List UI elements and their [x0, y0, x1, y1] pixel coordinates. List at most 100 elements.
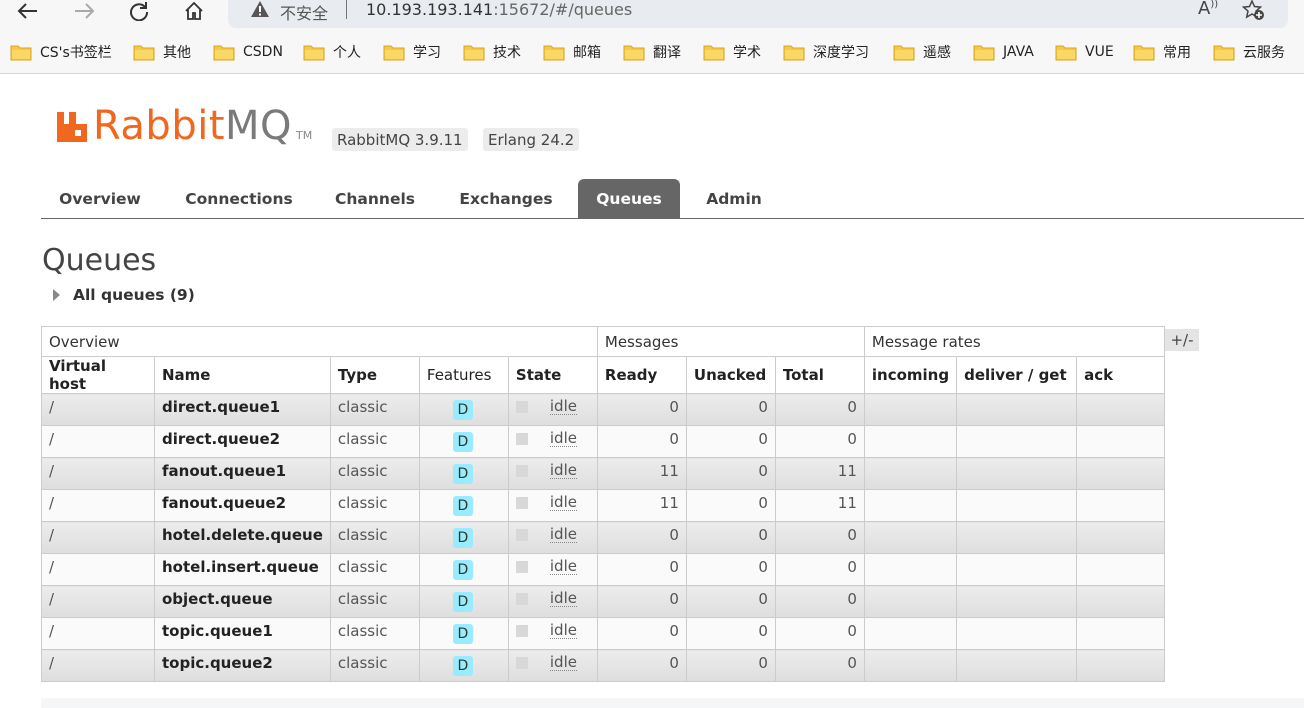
bookmark-folder[interactable]: VUE	[1055, 42, 1114, 62]
bookmark-folder[interactable]: 技术	[463, 42, 521, 62]
queue-name-link[interactable]: fanout.queue1	[154, 457, 331, 490]
bookmark-folder[interactable]: 邮箱	[543, 42, 601, 62]
cell-ack	[1076, 425, 1166, 458]
table-row[interactable]: / direct.queue1 classic Didle 0 0 0	[41, 393, 1166, 426]
rabbitmq-version-badge: RabbitMQ 3.9.11	[332, 128, 468, 151]
cell-ack	[1076, 457, 1166, 490]
state-text: idle	[549, 461, 577, 479]
queue-name-link[interactable]: topic.queue1	[154, 617, 331, 650]
queue-name-link[interactable]: hotel.delete.queue	[154, 521, 331, 554]
column-header-incoming[interactable]: incoming	[863, 356, 958, 394]
cell-ready: 0	[596, 553, 687, 586]
bookmark-label: 邮箱	[573, 45, 601, 61]
bookmark-label: VUE	[1085, 44, 1114, 60]
column-header-virtual-host[interactable]: Virtual host	[41, 356, 155, 394]
bookmark-folder[interactable]: 学术	[703, 42, 761, 62]
cell-ready: 11	[596, 489, 687, 522]
all-queues-label: All queues (9)	[73, 286, 195, 304]
table-row[interactable]: / direct.queue2 classic Didle 0 0 0	[41, 425, 1166, 458]
durable-badge: D	[452, 656, 473, 676]
bookmark-folder[interactable]: 深度学习	[783, 42, 869, 62]
folder-icon	[303, 45, 325, 61]
cell-total: 11	[774, 457, 865, 490]
bookmark-folder[interactable]: CS's书签栏	[10, 42, 112, 62]
queue-name-link[interactable]: hotel.insert.queue	[154, 553, 331, 586]
durable-badge: D	[452, 624, 473, 644]
table-row[interactable]: / object.queue classic Didle 0 0 0	[41, 585, 1166, 618]
queue-name-link[interactable]: object.queue	[154, 585, 331, 618]
forward-arrow-icon	[75, 3, 95, 19]
bookmark-label: 翻译	[653, 45, 681, 61]
state-indicator-icon	[515, 432, 528, 445]
column-header-total[interactable]: Total	[774, 356, 865, 394]
refresh-icon	[130, 2, 149, 21]
table-row[interactable]: / topic.queue2 classic Didle 0 0 0	[41, 649, 1166, 682]
bookmark-folder[interactable]: 其他	[133, 42, 191, 62]
column-header-unacked[interactable]: Unacked	[685, 356, 776, 394]
folder-icon	[703, 45, 725, 61]
cell-ack	[1076, 553, 1166, 586]
table-row[interactable]: / hotel.delete.queue classic Didle 0 0 0	[41, 521, 1166, 554]
expand-triangle-icon	[53, 289, 60, 301]
table-row[interactable]: / fanout.queue1 classic Didle 11 0 11	[41, 457, 1166, 490]
cell-virtual-host: /	[41, 649, 155, 682]
tab-queues[interactable]: Queues	[578, 179, 680, 218]
queue-name-link[interactable]: topic.queue2	[154, 649, 331, 682]
cell-virtual-host: /	[41, 553, 155, 586]
cell-state: idle	[507, 457, 598, 490]
cell-features: D	[418, 585, 509, 618]
queue-name-link[interactable]: fanout.queue2	[154, 489, 331, 522]
main-nav-tabs: Overview Connections Channels Exchanges …	[41, 179, 1304, 219]
browser-toolbar: 不安全 10.193.193.141:15672/#/queues A))	[0, 0, 1304, 33]
read-aloud-icon[interactable]: A))	[1198, 0, 1218, 19]
tab-exchanges[interactable]: Exchanges	[445, 179, 567, 218]
folder-icon	[1213, 45, 1235, 61]
bookmark-folder[interactable]: 遥感	[893, 42, 951, 62]
url-path: :15672/#/queues	[493, 0, 633, 19]
add-favorite-icon[interactable]	[1242, 0, 1266, 21]
state-indicator-icon	[515, 592, 528, 605]
column-header-state[interactable]: State	[507, 356, 598, 394]
bookmark-folder[interactable]: 个人	[303, 42, 361, 62]
url-text[interactable]: 10.193.193.141:15672/#/queues	[366, 0, 632, 19]
erlang-version-badge: Erlang 24.2	[483, 128, 580, 151]
address-bar[interactable]: 不安全 10.193.193.141:15672/#/queues A))	[228, 0, 1288, 28]
tab-connections[interactable]: Connections	[171, 179, 307, 218]
tab-admin[interactable]: Admin	[695, 179, 773, 218]
table-row[interactable]: / topic.queue1 classic Didle 0 0 0	[41, 617, 1166, 650]
queue-name-link[interactable]: direct.queue1	[154, 393, 331, 426]
bookmark-folder[interactable]: JAVA	[973, 42, 1034, 62]
bookmark-label: 学术	[733, 45, 761, 61]
bookmark-label: 学习	[413, 45, 441, 61]
bookmark-folder[interactable]: 翻译	[623, 42, 681, 62]
bookmark-folder[interactable]: 学习	[383, 42, 441, 62]
column-header-ack[interactable]: ack	[1076, 356, 1166, 394]
back-button[interactable]	[12, 0, 44, 22]
table-row[interactable]: / hotel.insert.queue classic Didle 0 0 0	[41, 553, 1166, 586]
column-header-name[interactable]: Name	[154, 356, 331, 394]
bookmark-folder[interactable]: 云服务	[1213, 42, 1285, 62]
bookmark-folder[interactable]: 常用	[1133, 42, 1191, 62]
page-bottom-strip	[41, 698, 1304, 708]
folder-icon	[1133, 45, 1155, 61]
bookmarks-bar: CS's书签栏 其他 CSDN 个人 学习 技术 邮箱 翻译 学术 深度学习 遥感 JAVA VUE 常用…	[0, 33, 1304, 74]
all-queues-toggle[interactable]: All queues (9)	[53, 286, 195, 304]
column-header-ready[interactable]: Ready	[596, 356, 687, 394]
cell-ack	[1076, 617, 1166, 650]
cell-incoming	[863, 489, 958, 522]
column-header-deliver-get[interactable]: deliver / get	[956, 356, 1078, 394]
security-label[interactable]: 不安全	[280, 0, 328, 24]
queue-name-link[interactable]: direct.queue2	[154, 425, 331, 458]
tab-overview[interactable]: Overview	[47, 179, 153, 218]
table-row[interactable]: / fanout.queue2 classic Didle 11 0 11	[41, 489, 1166, 522]
column-header-type[interactable]: Type	[329, 356, 420, 394]
home-button[interactable]	[178, 0, 210, 22]
bookmark-folder[interactable]: CSDN	[213, 42, 283, 62]
column-toggle-button[interactable]: +/-	[1165, 329, 1199, 351]
tab-channels[interactable]: Channels	[324, 179, 426, 218]
cell-virtual-host: /	[41, 521, 155, 554]
forward-button[interactable]	[68, 0, 100, 22]
rabbitmq-logo[interactable]: RabbitMQ TM	[55, 106, 312, 146]
url-host: 10.193.193.141	[366, 0, 494, 19]
refresh-button[interactable]	[123, 0, 155, 22]
